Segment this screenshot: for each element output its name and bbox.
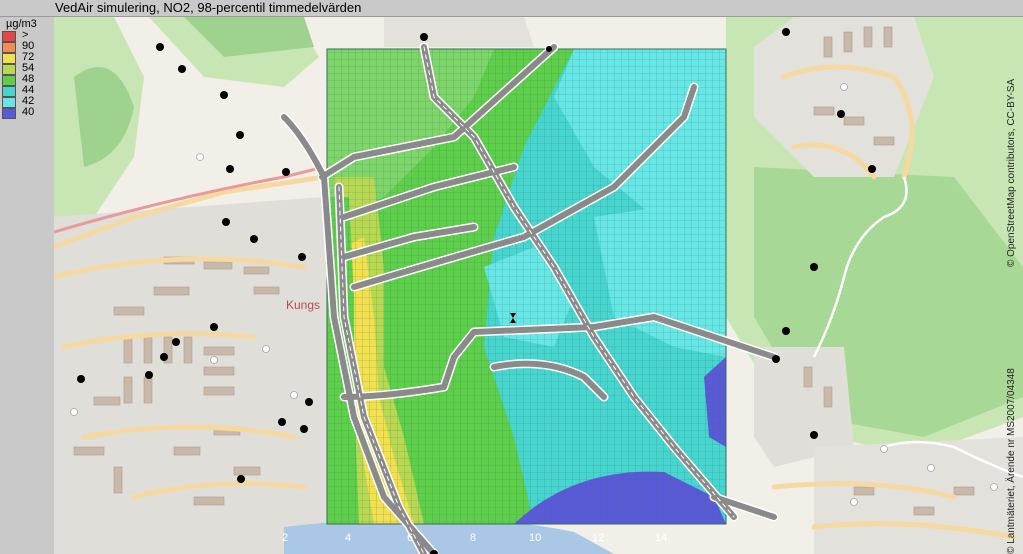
legend-swatch bbox=[2, 108, 16, 119]
legend-swatch bbox=[2, 53, 16, 64]
legend-swatch bbox=[2, 97, 16, 108]
x-tick-label: 12 bbox=[592, 532, 604, 544]
legend-swatch bbox=[2, 64, 16, 75]
x-tick-label: 10 bbox=[529, 532, 541, 544]
x-tick-label: 4 bbox=[345, 532, 351, 544]
lantmateriet-attribution: © Lantmäteriet, Ärende nr MS2007/04348 bbox=[1005, 368, 1017, 554]
x-tick-label: 14 bbox=[655, 532, 667, 544]
simulation-grid bbox=[327, 49, 726, 524]
map-svg: Kungs 2 4 6 8 10 12 14 © OpenStreetMap c… bbox=[54, 17, 1023, 554]
concentration-heatmap bbox=[327, 49, 726, 524]
x-tick-label: 2 bbox=[282, 532, 288, 544]
map-title: VedAir simulering, NO2, 98-percentil tim… bbox=[55, 0, 362, 15]
legend-swatch bbox=[2, 31, 16, 42]
osm-attribution: © OpenStreetMap contributors, CC-BY-SA bbox=[1006, 78, 1017, 267]
legend-swatch bbox=[2, 86, 16, 97]
x-tick-label: 8 bbox=[470, 532, 476, 544]
legend-item: 40 bbox=[2, 106, 52, 119]
residential-area bbox=[384, 17, 534, 47]
place-label: Kungs bbox=[286, 298, 320, 312]
legend-swatch bbox=[2, 42, 16, 53]
title-bar: VedAir simulering, NO2, 98-percentil tim… bbox=[0, 0, 1023, 17]
map-canvas[interactable]: Kungs 2 4 6 8 10 12 14 © OpenStreetMap c… bbox=[54, 17, 1023, 554]
x-tick-label: 6 bbox=[407, 532, 413, 544]
legend-panel: µg/m3 > 90 72 54 48 44 42 40 bbox=[0, 17, 54, 554]
legend-swatch bbox=[2, 75, 16, 86]
residential-area bbox=[814, 437, 1023, 554]
legend-label: 40 bbox=[22, 106, 35, 118]
